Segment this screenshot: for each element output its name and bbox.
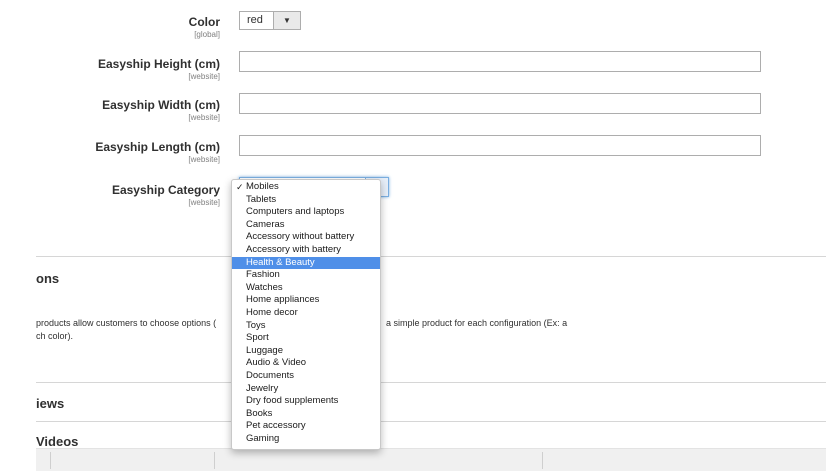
- color-label: Color: [188, 15, 220, 29]
- category-option-label: Health & Beauty: [246, 256, 315, 268]
- column-separator: [50, 452, 51, 469]
- category-option-label: Home appliances: [246, 294, 320, 306]
- videos-grid-header: [36, 448, 826, 471]
- easyship-width-input[interactable]: [239, 93, 761, 114]
- category-option[interactable]: ✓ Mobiles: [232, 181, 380, 194]
- configurations-description-line2: ch color).: [36, 331, 74, 341]
- configurations-description-part1: products allow customers to choose optio…: [36, 318, 217, 328]
- category-option-label: Computers and laptops: [246, 206, 345, 218]
- section-divider: [36, 382, 826, 383]
- height-label: Easyship Height (cm): [97, 57, 220, 71]
- category-option[interactable]: Documents: [232, 370, 380, 383]
- category-option[interactable]: Computers and laptops: [232, 206, 380, 219]
- category-option-label: Documents: [246, 369, 295, 381]
- category-option-label: Gaming: [246, 432, 280, 444]
- category-label: Easyship Category: [111, 183, 220, 197]
- configurations-description-part2: a simple product for each configuration …: [386, 318, 568, 328]
- category-option-label: Luggage: [246, 344, 283, 356]
- category-option-label: Tablets: [246, 193, 277, 205]
- category-option[interactable]: Accessory without battery: [232, 231, 380, 244]
- category-option[interactable]: Accessory with battery: [232, 244, 380, 257]
- color-label-group: Color [global]: [189, 15, 220, 39]
- easyship-height-input[interactable]: [239, 51, 761, 72]
- category-scope: [website]: [188, 198, 220, 207]
- width-label: Easyship Width (cm): [102, 98, 220, 112]
- width-label-group: Easyship Width (cm) [website]: [102, 98, 220, 122]
- length-label: Easyship Length (cm): [95, 140, 220, 154]
- category-option[interactable]: Audio & Video: [232, 357, 380, 370]
- configurations-section-title[interactable]: ons: [36, 271, 59, 286]
- color-select[interactable]: red ▼: [239, 11, 301, 30]
- category-option-label: Watches: [246, 281, 283, 293]
- category-option[interactable]: Fashion: [232, 269, 380, 282]
- color-scope: [global]: [194, 30, 220, 39]
- chevron-down-icon[interactable]: ▼: [273, 12, 300, 29]
- category-option-label: Mobiles: [246, 181, 279, 192]
- category-option[interactable]: Watches: [232, 282, 380, 295]
- category-option[interactable]: Pet accessory: [232, 420, 380, 433]
- category-option-label: Accessory without battery: [246, 231, 355, 243]
- category-option-label: Books: [246, 407, 273, 419]
- category-option[interactable]: Toys: [232, 320, 380, 333]
- category-option-label: Pet accessory: [246, 420, 306, 432]
- category-option-label: Cameras: [246, 218, 285, 230]
- category-option[interactable]: Luggage: [232, 345, 380, 358]
- category-option-label: Fashion: [246, 269, 280, 281]
- category-option[interactable]: Home appliances: [232, 294, 380, 307]
- category-option-label: Audio & Video: [246, 357, 307, 369]
- easyship-length-input[interactable]: [239, 135, 761, 156]
- length-scope: [website]: [188, 155, 220, 164]
- length-label-group: Easyship Length (cm) [website]: [95, 140, 220, 164]
- easyship-category-dropdown[interactable]: ✓ Mobiles Tablets Computers and laptops Came…: [231, 179, 381, 450]
- width-scope: [website]: [188, 113, 220, 122]
- videos-section-title[interactable]: Videos: [36, 434, 78, 449]
- category-option[interactable]: Tablets: [232, 194, 380, 207]
- reviews-section-title[interactable]: iews: [36, 396, 64, 411]
- category-option[interactable]: Jewelry: [232, 383, 380, 396]
- height-label-group: Easyship Height (cm) [website]: [98, 57, 220, 81]
- category-option[interactable]: Cameras: [232, 219, 380, 232]
- category-option[interactable]: Books: [232, 408, 380, 421]
- category-option-label: Jewelry: [246, 382, 279, 394]
- category-option[interactable]: Health & Beauty: [232, 256, 380, 270]
- checkmark-icon: ✓: [236, 182, 244, 192]
- category-option[interactable]: Home decor: [232, 307, 380, 320]
- category-option[interactable]: Dry food supplements: [232, 395, 380, 408]
- category-option-label: Toys: [246, 319, 266, 331]
- category-option[interactable]: Sport: [232, 332, 380, 345]
- category-label-group: Easyship Category [website]: [112, 183, 220, 207]
- category-option-label: Accessory with battery: [246, 243, 342, 255]
- color-select-value: red: [247, 14, 263, 26]
- category-option-label: Home decor: [246, 306, 298, 318]
- column-separator: [542, 452, 543, 469]
- column-separator: [214, 452, 215, 469]
- height-scope: [website]: [188, 72, 220, 81]
- section-divider: [36, 256, 826, 257]
- category-option[interactable]: Gaming: [232, 433, 380, 446]
- section-divider: [36, 421, 826, 422]
- category-option-label: Dry food supplements: [246, 395, 339, 407]
- category-option-label: Sport: [246, 332, 269, 344]
